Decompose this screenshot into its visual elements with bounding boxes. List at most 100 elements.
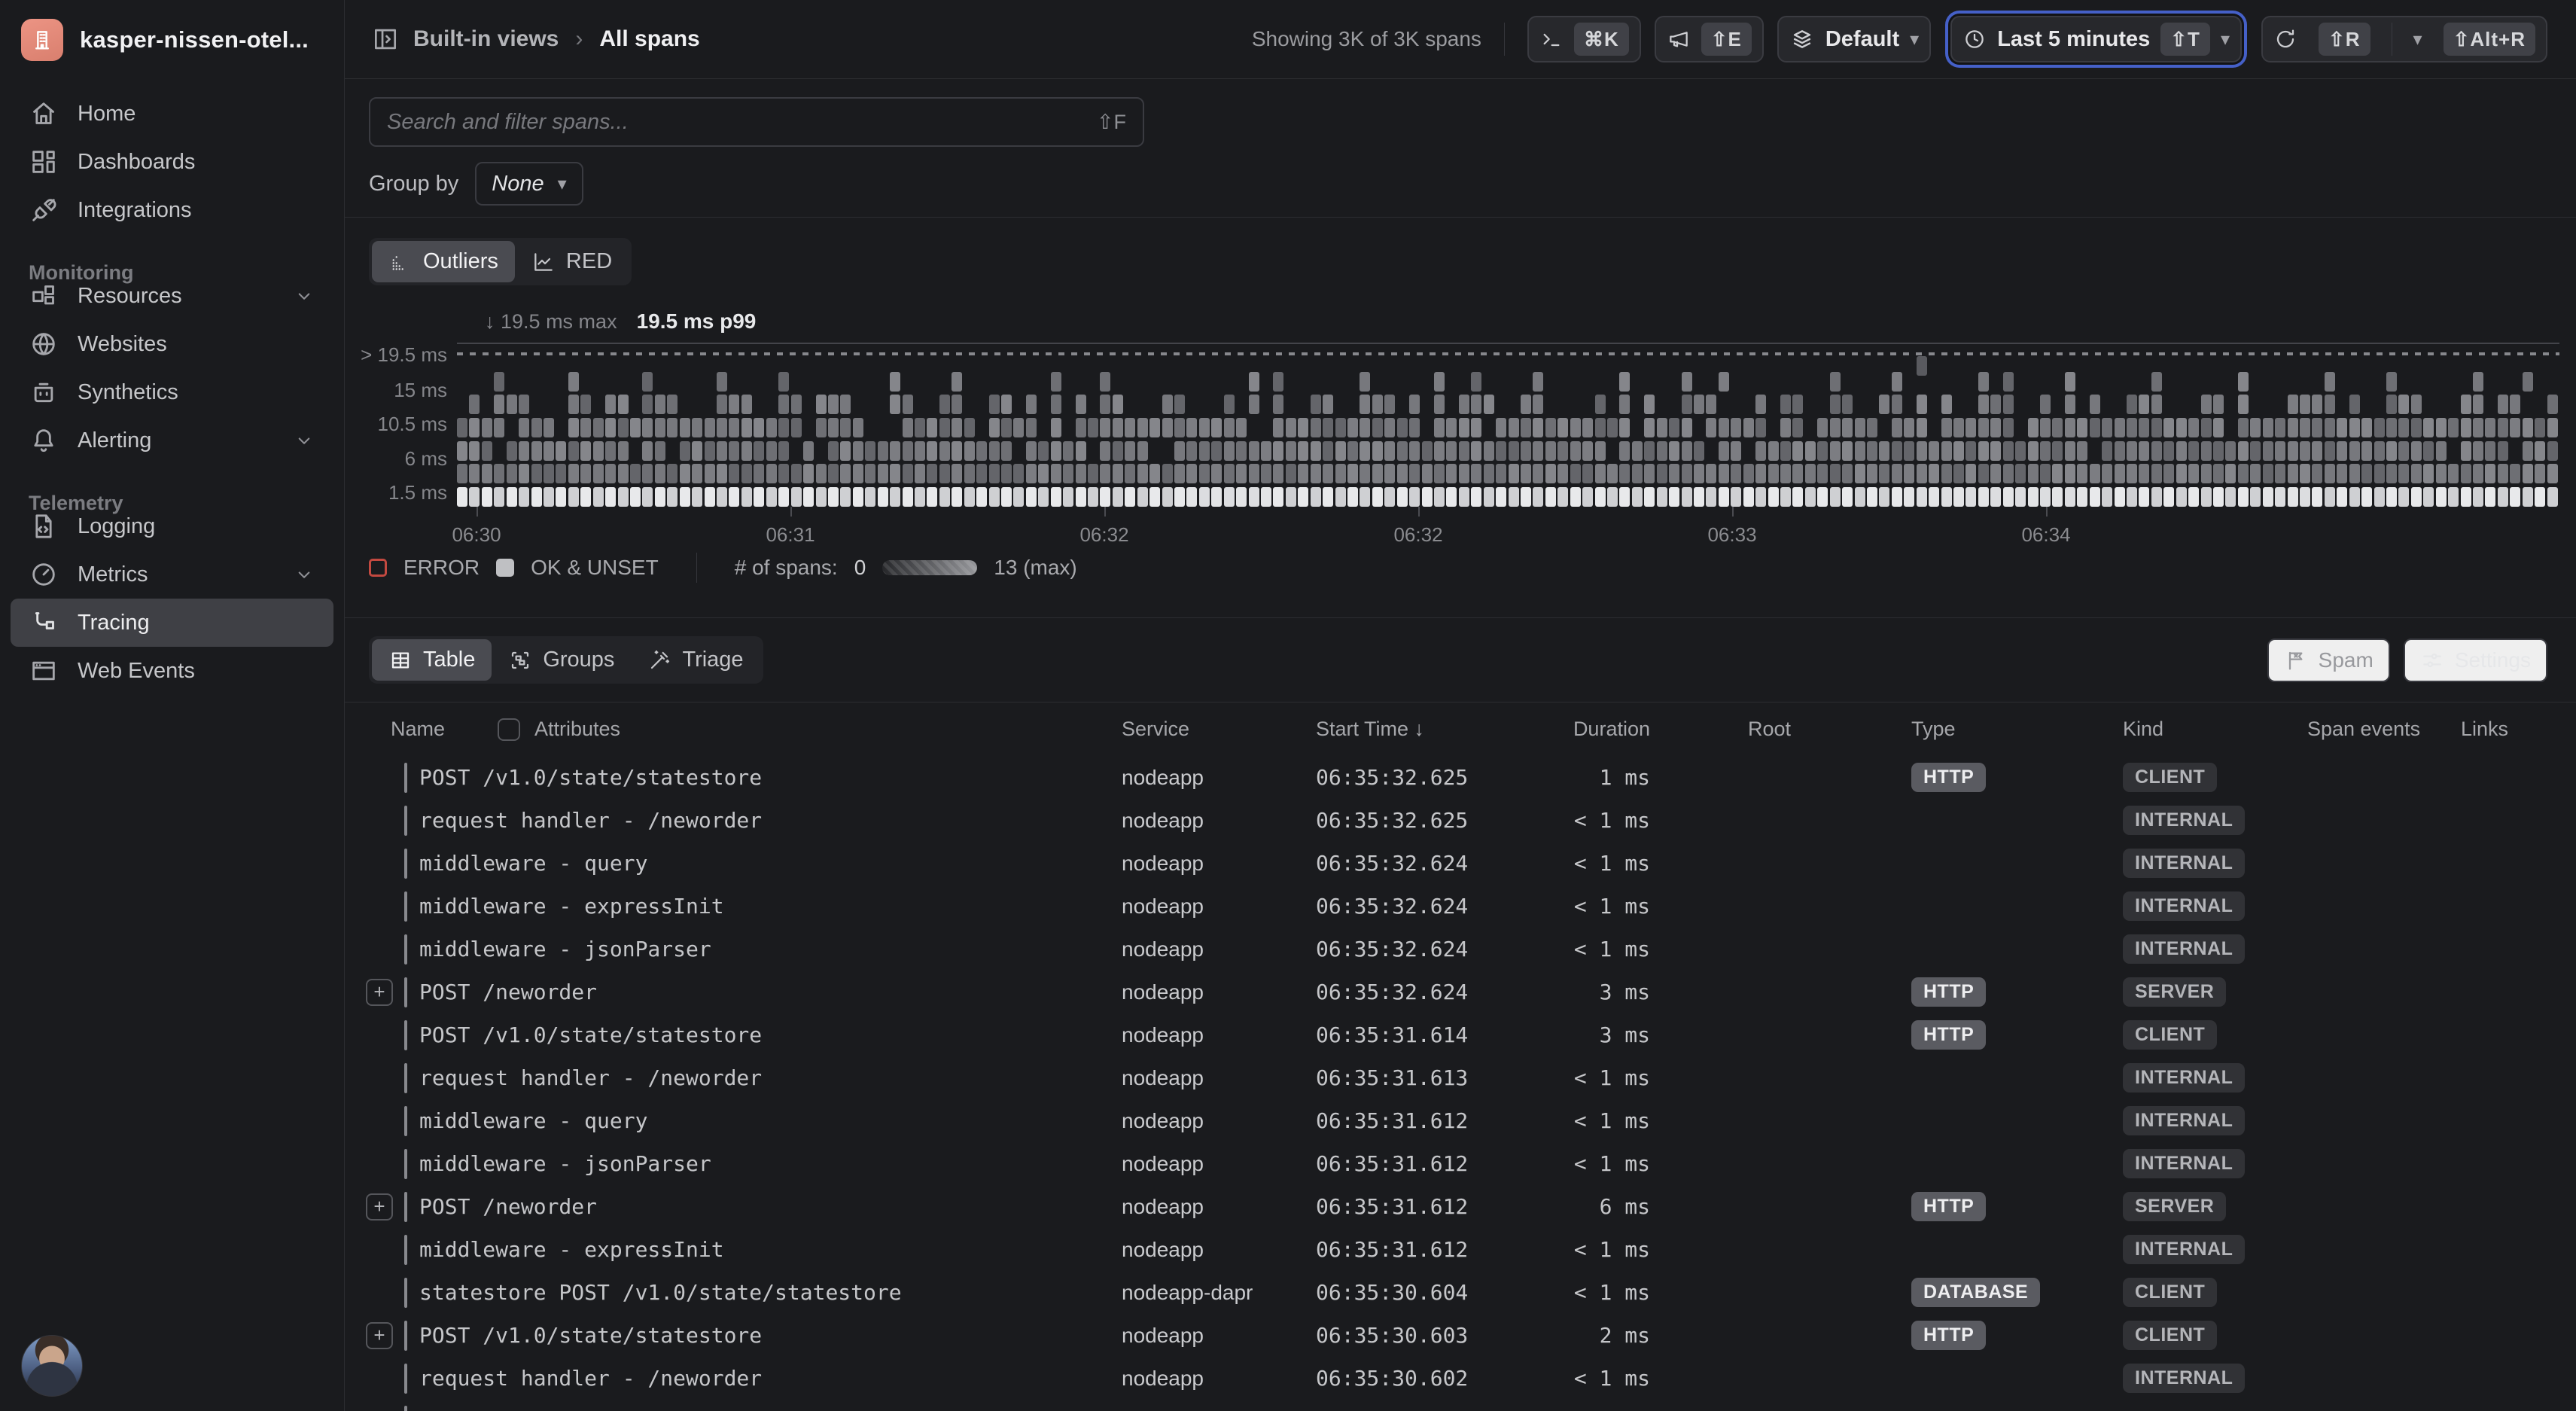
sidebar-item-dashboards[interactable]: Dashboards	[11, 138, 333, 186]
heatmap-cell	[1211, 464, 1222, 483]
table-row[interactable]: + POST /neworder nodeapp 06:35:32.624 3 …	[369, 971, 2576, 1013]
table-row[interactable]: request handler - /neworder nodeapp 06:3…	[369, 1357, 2576, 1400]
heatmap-cell	[2102, 464, 2112, 483]
column-header-root[interactable]: Root	[1650, 718, 1801, 741]
heatmap-cell	[618, 441, 629, 461]
heatmap-cell	[2275, 487, 2285, 507]
column-header-span-events[interactable]: Span events	[2222, 718, 2441, 741]
heatmap-cell	[2448, 418, 2459, 437]
heatmap-cell	[1409, 487, 1420, 507]
user-avatar[interactable]	[21, 1335, 83, 1397]
heatmap-cell	[1978, 487, 1989, 507]
heatmap-cell	[1001, 418, 1012, 437]
table-row[interactable]: request handler - /neworder nodeapp 06:3…	[369, 1056, 2576, 1099]
chevron-down-icon	[293, 563, 315, 586]
table-row[interactable]: + POST /neworder nodeapp 06:35:31.612 6 …	[369, 1185, 2576, 1228]
sidebar-item-alerting[interactable]: Alerting	[11, 416, 333, 465]
table-row[interactable]: middleware - expressInit nodeapp 06:35:3…	[369, 885, 2576, 928]
spans-tab-triage[interactable]: Triage	[631, 639, 760, 681]
heatmap-cell	[457, 418, 467, 437]
view-selector-dropdown[interactable]: Default ▾	[1777, 16, 1931, 62]
heatmap-cell	[1842, 464, 1853, 483]
spam-button[interactable]: Spam	[2267, 638, 2390, 682]
column-header-service[interactable]: Service	[1122, 718, 1316, 741]
sidebar-item-home[interactable]: Home	[11, 90, 333, 138]
column-header-start-time[interactable]: Start Time ↓	[1316, 718, 1527, 741]
expand-row-button[interactable]: +	[366, 979, 393, 1006]
heatmap-cell	[2300, 487, 2310, 507]
heatmap-cell	[1051, 395, 1061, 414]
sidebar-item-websites[interactable]: Websites	[11, 320, 333, 368]
heatmap-cell	[2398, 418, 2409, 437]
heatmap-cell	[642, 395, 653, 414]
table-row[interactable]: POST /v1.0/state/statestore nodeapp 06:3…	[369, 1013, 2576, 1056]
heatmap-cell	[1892, 487, 1902, 507]
table-icon	[388, 648, 413, 672]
expand-row-button[interactable]: +	[366, 1193, 393, 1221]
column-header-kind[interactable]: Kind	[2011, 718, 2222, 741]
heatmap-cell	[1867, 441, 1877, 461]
span-name: middleware - jsonParser	[369, 937, 711, 961]
breadcrumb-section[interactable]: Built-in views	[413, 26, 559, 52]
span-duration-bar	[404, 1235, 407, 1265]
heatmap-cell	[2473, 441, 2483, 461]
span-kind: INTERNAL	[2011, 1063, 2222, 1093]
heatmap-cell	[1817, 464, 1828, 483]
heatmap-cell	[1990, 464, 2001, 483]
sidebar-item-tracing[interactable]: Tracing	[11, 599, 333, 647]
heatmap-cell	[2127, 441, 2137, 461]
sidebar-item-metrics[interactable]: Metrics	[11, 550, 333, 599]
table-row[interactable]: middleware - expressInit nodeapp 06:35:3…	[369, 1228, 2576, 1271]
heatmap-cell	[1978, 418, 1989, 437]
heatmap-cell	[1768, 441, 1779, 461]
table-row[interactable]: middleware - query nodeapp 06:35:32.624 …	[369, 842, 2576, 885]
column-header-type[interactable]: Type	[1801, 718, 2011, 741]
kind-badge: INTERNAL	[2123, 849, 2245, 878]
heatmap-cell	[1434, 464, 1445, 483]
table-row[interactable]: + POST /v1.0/state/statestore nodeapp 06…	[369, 1314, 2576, 1357]
sidebar-item-synthetics[interactable]: Synthetics	[11, 368, 333, 416]
heatmap-cell	[1682, 464, 1692, 483]
sidebar-item-label: Web Events	[78, 659, 195, 684]
spans-tab-table[interactable]: Table	[372, 639, 492, 681]
table-row[interactable]: request handler - /neworder nodeapp 06:3…	[369, 799, 2576, 842]
table-row[interactable]: middleware - jsonParser nodeapp 06:35:31…	[369, 1142, 2576, 1185]
table-row[interactable]: POST /v1.0/state/statestore nodeapp 06:3…	[369, 756, 2576, 799]
announcements-button[interactable]: ⇧E	[1655, 16, 1764, 62]
duration-heatmap[interactable]: > 19.5 ms15 ms10.5 ms6 ms1.5 ms	[457, 343, 2559, 507]
column-header-links[interactable]: Links	[2441, 718, 2576, 741]
heatmap-cell	[2090, 395, 2100, 414]
column-header-attributes[interactable]: Attributes	[534, 718, 620, 741]
heatmap-cell	[717, 441, 727, 461]
heatmap-cell	[544, 441, 554, 461]
heatmap-cell	[927, 418, 937, 437]
sidebar-item-integrations[interactable]: Integrations	[11, 186, 333, 234]
column-header-duration[interactable]: Duration	[1527, 718, 1650, 741]
refresh-options-chevron-icon[interactable]: ▾	[2413, 29, 2422, 50]
workspace-header[interactable]: kasper-nissen-otel...	[0, 0, 344, 79]
settings-button[interactable]: Settings	[2404, 638, 2547, 682]
heatmap-cell	[2423, 464, 2434, 483]
sidebar-item-web-events[interactable]: Web Events	[11, 647, 333, 695]
heatmap-cell	[828, 487, 839, 507]
time-range-dropdown[interactable]: Last 5 minutes ⇧T ▾	[1950, 16, 2242, 62]
table-row[interactable]: statestore POST /v1.0/state/statestore n…	[369, 1271, 2576, 1314]
expand-row-button[interactable]: +	[366, 1322, 393, 1349]
column-header-name[interactable]: Name	[369, 718, 445, 741]
command-palette-button[interactable]: ⌘K	[1527, 16, 1641, 62]
kind-badge: SERVER	[2123, 1192, 2226, 1221]
refresh-icon[interactable]	[2273, 27, 2297, 51]
table-row[interactable]: middleware - jsonParser nodeapp 06:35:32…	[369, 928, 2576, 971]
chart-tab-red[interactable]: RED	[515, 241, 629, 282]
group-by-dropdown[interactable]: None ▾	[475, 162, 583, 206]
spans-tab-groups[interactable]: Groups	[492, 639, 631, 681]
chart-tab-outliers[interactable]: Outliers	[372, 241, 515, 282]
heatmap-cell	[890, 441, 900, 461]
heatmap-cell	[1434, 487, 1445, 507]
attributes-checkbox[interactable]	[498, 718, 520, 741]
search-input[interactable]	[387, 110, 1085, 135]
table-row[interactable]: middleware - query nodeapp 06:35:31.612 …	[369, 1099, 2576, 1142]
heatmap-cell	[2077, 487, 2087, 507]
heatmap-cell	[2461, 395, 2471, 414]
heatmap-cell	[1509, 487, 1519, 507]
